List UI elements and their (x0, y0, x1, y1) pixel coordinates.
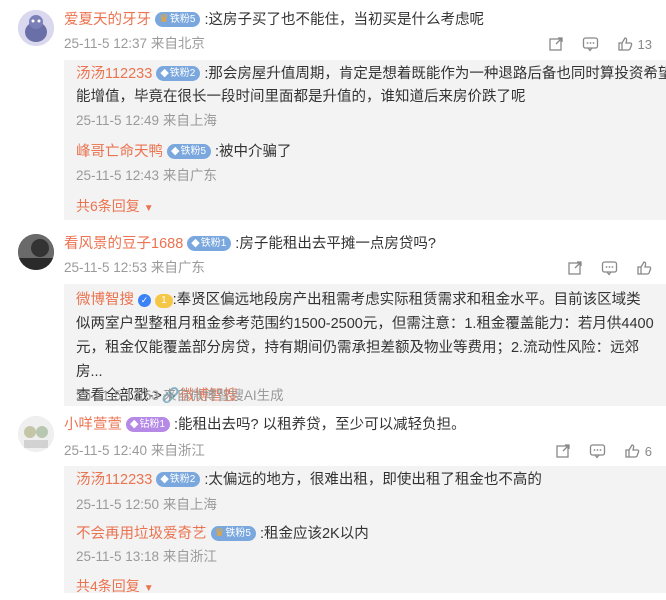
reply-meta: 25-11-5 12:49 来自上海 (76, 113, 217, 128)
fan-badge: ◆铁粉1 (187, 236, 232, 251)
reply-text: :被中介骗了 (215, 144, 292, 160)
comment-actions: 6 (555, 443, 652, 459)
comment-actions (567, 260, 652, 276)
comment-actions: 13 (548, 36, 652, 52)
reply-list: 汤汤112233 ◆铁粉2:太偏远的地方，很难出租，即使出租了租金也不高的 25-… (64, 466, 666, 594)
avatar[interactable] (18, 416, 54, 452)
reply-item: 峰哥亡命天鸭 ◆铁粉5:被中介骗了 (76, 141, 654, 163)
like-button[interactable]: 6 (624, 443, 652, 459)
more-replies-link[interactable]: 共4条回复 ▼ (76, 575, 654, 600)
thumb-up-icon (625, 444, 640, 458)
comment-text: :房子能租出去平摊一点房贷吗? (235, 236, 436, 252)
fan-badge: ◆铁粉2 (156, 472, 201, 487)
level-badge: 1 (155, 294, 173, 308)
like-button[interactable] (636, 260, 652, 276)
comment-icon[interactable] (582, 36, 599, 52)
more-replies-link[interactable]: 共6条回复 ▼ (76, 195, 654, 220)
fan-badge: ♛铁粉5 (155, 12, 201, 27)
thumb-up-icon (637, 261, 652, 275)
username[interactable]: 不会再用垃圾爱奇艺 (76, 526, 207, 542)
reply-text-cont: 能增值，毕竟在很长一段时间里面都是升值的，谁知道后来房价跌了呢 (76, 89, 526, 105)
fan-badge: ♛铁粉5 (210, 526, 256, 541)
fan-badge: ◆铁粉2 (156, 66, 201, 81)
verified-icon: ✓ (138, 294, 152, 307)
share-icon[interactable] (548, 36, 564, 52)
reply-item: 汤汤112233 ◆铁粉2:太偏远的地方，很难出租，即使出租了租金也不高的 (76, 469, 654, 491)
reply-item: 汤汤112233 ◆铁粉2:那会房屋升值周期，肯定是想着既能作为一种退路后备也同时… (76, 63, 666, 85)
avatar[interactable] (18, 234, 54, 270)
ai-reply: 微博智搜 ✓ 1:奉贤区偏远地段房产出租需考虑实际租赁需求和租金水平。目前该区域… (64, 284, 666, 406)
username[interactable]: 微博智搜 (76, 292, 134, 308)
share-icon[interactable] (567, 260, 583, 276)
reply-text: :租金应该2K以内 (259, 526, 369, 542)
like-button[interactable]: 13 (617, 36, 652, 52)
comment-body: 爱夏天的牙牙 ♛铁粉5:这房子买了也不能住，当初买是什么考虑呢 (64, 9, 652, 31)
comment-meta: 25-11-5 12:53 来自广东 (64, 260, 205, 275)
comment-body: 小咩萱萱 ◆钻粉1:能租出去吗? 以租养贷，至少可以减轻负担。 (64, 414, 652, 436)
username[interactable]: 汤汤112233 (76, 66, 152, 82)
comment-icon[interactable] (589, 443, 606, 459)
thumb-up-icon (617, 37, 632, 51)
reply-meta: 25-11-5 12:43 来自广东 (76, 168, 217, 183)
avatar[interactable] (18, 10, 54, 46)
reply-text: :那会房屋升值周期，肯定是想着既能作为一种退路后备也同时算投资希望 (204, 66, 666, 82)
crown-icon: ♛ (159, 13, 169, 25)
comment-icon[interactable] (601, 260, 618, 276)
like-count: 6 (644, 443, 652, 459)
username[interactable]: 看风景的豆子1688 (64, 236, 183, 252)
comment-text: :能租出去吗? 以租养贷，至少可以减轻负担。 (174, 417, 466, 433)
reply-item: 不会再用垃圾爱奇艺 ♛铁粉5:租金应该2K以内 (76, 523, 654, 545)
fan-badge: ◆钻粉1 (126, 417, 171, 432)
fan-badge: ◆铁粉5 (167, 144, 212, 159)
reply-meta: 25-11-5 12:50 来自上海 (76, 497, 217, 512)
reply-text: :太偏远的地方，很难出租，即使出租了租金也不高的 (204, 472, 542, 488)
reply-list: 汤汤112233 ◆铁粉2:那会房屋升值周期，肯定是想着既能作为一种退路后备也同时… (64, 60, 666, 220)
share-icon[interactable] (555, 443, 571, 459)
like-count: 13 (637, 36, 652, 52)
username[interactable]: 爱夏天的牙牙 (64, 12, 151, 28)
caret-down-icon: ▼ (143, 203, 154, 214)
caret-down-icon: ▼ (143, 583, 154, 594)
comment-text: :这房子买了也不能住，当初买是什么考虑呢 (204, 12, 484, 28)
username[interactable]: 小咩萱萱 (64, 417, 122, 433)
username[interactable]: 汤汤112233 (76, 472, 152, 488)
username[interactable]: 峰哥亡命天鸭 (76, 144, 163, 160)
comment-body: 看风景的豆子1688 ◆铁粉1:房子能租出去平摊一点房贷吗? (64, 233, 652, 255)
reply-meta: 25-11-5 12:53 来自微博智搜AI生成 (76, 388, 284, 403)
reply-meta: 25-11-5 13:18 来自浙江 (76, 549, 217, 564)
